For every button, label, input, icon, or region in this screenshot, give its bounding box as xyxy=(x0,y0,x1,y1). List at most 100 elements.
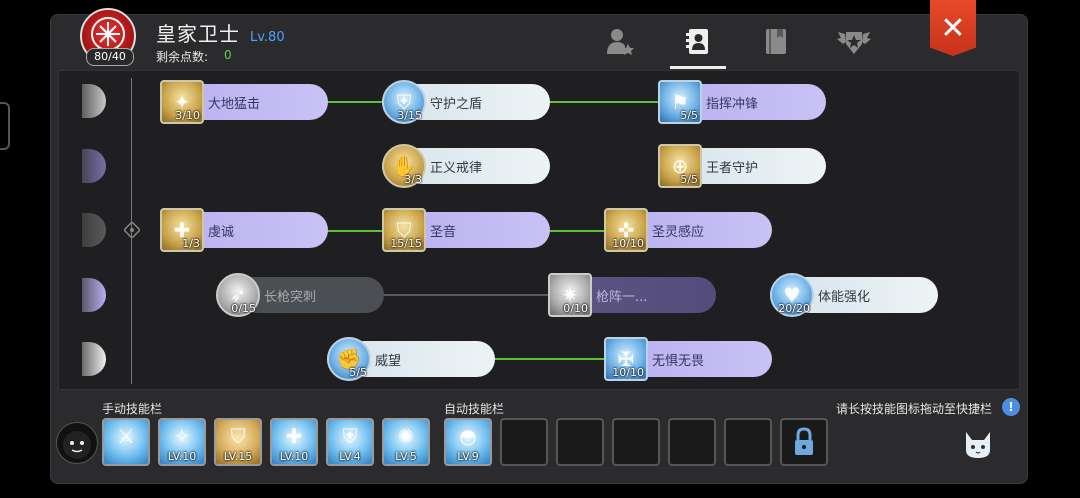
tab-emblem[interactable] xyxy=(834,24,874,58)
skill-level: 0/15 xyxy=(231,302,256,315)
manual-skill-slot[interactable]: ✧ LV.10 xyxy=(158,418,206,466)
dome-shield-icon: ◓ xyxy=(459,424,477,448)
holy-spirit-sense-icon: ✜ 10/10 xyxy=(604,208,648,252)
slot-level: LV.4 xyxy=(339,450,361,463)
lance-thrust-icon: ➶ 0/15 xyxy=(216,273,260,317)
slot-level: LV.15 xyxy=(223,450,253,463)
skill-name: 圣灵感应 xyxy=(652,224,705,240)
link-row5-a xyxy=(494,358,606,360)
skill-name: 虔诚 xyxy=(208,224,235,240)
emblem-count-badge: 80/40 xyxy=(86,48,134,66)
tier-marker-2 xyxy=(72,149,106,183)
manual-skill-bar-label: 手动技能栏 xyxy=(102,402,163,416)
sparkle-orb-icon: ✧ xyxy=(173,424,191,448)
slot-level: LV.10 xyxy=(279,450,309,463)
close-button[interactable]: ✕ xyxy=(930,0,976,56)
remaining-points-label: 剩余点数: xyxy=(156,50,209,64)
drag-hint-text: 请长按技能图标拖动至快捷栏 xyxy=(836,402,993,416)
class-level: Lv.80 xyxy=(250,30,285,45)
ground-slam-icon: ✦ 3/10 xyxy=(160,80,204,124)
close-icon: ✕ xyxy=(940,10,966,46)
skill-level: 3/3 xyxy=(404,173,422,186)
royal-guard-icon: ⊕ 5/5 xyxy=(658,144,702,188)
manual-skill-slot[interactable]: ⛉ LV.15 xyxy=(214,418,262,466)
skill-level: 3/10 xyxy=(175,109,200,122)
link-row3-b xyxy=(549,230,605,232)
tier-marker-5 xyxy=(72,342,106,376)
auto-skill-slot-empty[interactable] xyxy=(724,418,772,466)
skill-name: 威望 xyxy=(375,353,402,369)
fearless-icon: ✠ 10/10 xyxy=(604,337,648,381)
lock-icon xyxy=(795,427,813,455)
skill-name: 长枪突刺 xyxy=(264,289,317,305)
auto-skill-slot-empty[interactable] xyxy=(668,418,716,466)
right-pet-avatar[interactable] xyxy=(958,422,998,462)
skill-level: 5/5 xyxy=(349,366,367,379)
skill-level: 15/15 xyxy=(390,237,422,250)
manual-skill-slot[interactable]: ✚ LV.10 xyxy=(270,418,318,466)
link-row1-a xyxy=(327,101,385,103)
devotion-icon: ✚ 1/3 xyxy=(160,208,204,252)
profile-star-icon xyxy=(607,29,634,55)
skill-book-icon xyxy=(686,29,708,54)
skill-level: 5/5 xyxy=(680,173,698,186)
tier-marker-3 xyxy=(72,213,106,247)
remaining-points-value: 0 xyxy=(224,48,232,62)
justice-discipline-icon: ✋ 3/3 xyxy=(382,144,426,188)
radiant-shield-icon: ⛉ xyxy=(230,424,246,448)
info-icon[interactable]: ! xyxy=(1002,398,1020,416)
link-row4-a xyxy=(383,294,551,296)
active-tab-indicator xyxy=(670,66,726,69)
divider-ornament-icon xyxy=(122,220,142,240)
winged-star-emblem-icon xyxy=(837,32,871,54)
skill-name: 守护之盾 xyxy=(430,96,483,112)
tier-marker-1 xyxy=(72,84,106,118)
skill-level: 5/5 xyxy=(680,109,698,122)
cross-shield-icon: ✚ xyxy=(285,424,303,448)
skill-name: 大地猛击 xyxy=(208,96,261,112)
tab-profile[interactable] xyxy=(600,24,640,58)
slot-level: LV.10 xyxy=(167,450,197,463)
holy-sound-icon: ⛉ 15/15 xyxy=(382,208,426,252)
manual-skill-slot[interactable]: ✺ LV.5 xyxy=(382,418,430,466)
slot-level: LV.5 xyxy=(395,450,417,463)
left-edge-handle xyxy=(0,102,10,150)
link-row1-b xyxy=(549,101,661,103)
auto-skill-slot-empty[interactable] xyxy=(500,418,548,466)
skill-level: 10/10 xyxy=(612,366,644,379)
auto-skill-bar-label: 自动技能栏 xyxy=(444,402,505,416)
skill-name: 正义戒律 xyxy=(430,160,483,176)
guardian-shield-icon: ⛨ 3/15 xyxy=(382,80,426,124)
light-burst-icon: ✺ xyxy=(397,424,415,448)
winged-shield-icon: ⛨ xyxy=(342,424,358,448)
tab-notebook[interactable] xyxy=(756,24,796,58)
notebook-icon xyxy=(766,29,786,54)
auto-skill-slot-empty[interactable] xyxy=(612,418,660,466)
manual-skill-slot[interactable]: ⚔ xyxy=(102,418,150,466)
skill-level: 1/3 xyxy=(182,237,200,250)
auto-skill-slot-locked[interactable] xyxy=(780,418,828,466)
auto-skill-slot[interactable]: ◓ LV.9 xyxy=(444,418,492,466)
slot-level: LV.9 xyxy=(457,450,479,463)
skill-level: 0/10 xyxy=(563,302,588,315)
stamina-boost-icon: ♥ 20/20 xyxy=(770,273,814,317)
skill-level: 3/15 xyxy=(397,109,422,122)
class-title: 皇家卫士 xyxy=(156,22,240,46)
skill-name: 王者守护 xyxy=(706,160,759,176)
skill-name: 指挥冲锋 xyxy=(706,96,759,112)
skill-name: 圣音 xyxy=(430,224,457,240)
left-pet-avatar[interactable] xyxy=(56,422,98,464)
prestige-icon: ✊ 5/5 xyxy=(327,337,371,381)
skill-name: 体能强化 xyxy=(818,289,871,305)
sword-burst-icon: ⚔ xyxy=(117,424,135,448)
skill-name: 无惧无畏 xyxy=(652,353,705,369)
skill-level: 10/10 xyxy=(612,237,644,250)
tier-marker-4 xyxy=(72,278,106,312)
spear-formation-icon: ✷ 0/10 xyxy=(548,273,592,317)
skill-level: 20/20 xyxy=(778,302,810,315)
auto-skill-slot-empty[interactable] xyxy=(556,418,604,466)
command-charge-icon: ⚑ 5/5 xyxy=(658,80,702,124)
manual-skill-slot[interactable]: ⛨ LV.4 xyxy=(326,418,374,466)
link-row3-a xyxy=(327,230,385,232)
tab-skills[interactable] xyxy=(678,24,718,58)
